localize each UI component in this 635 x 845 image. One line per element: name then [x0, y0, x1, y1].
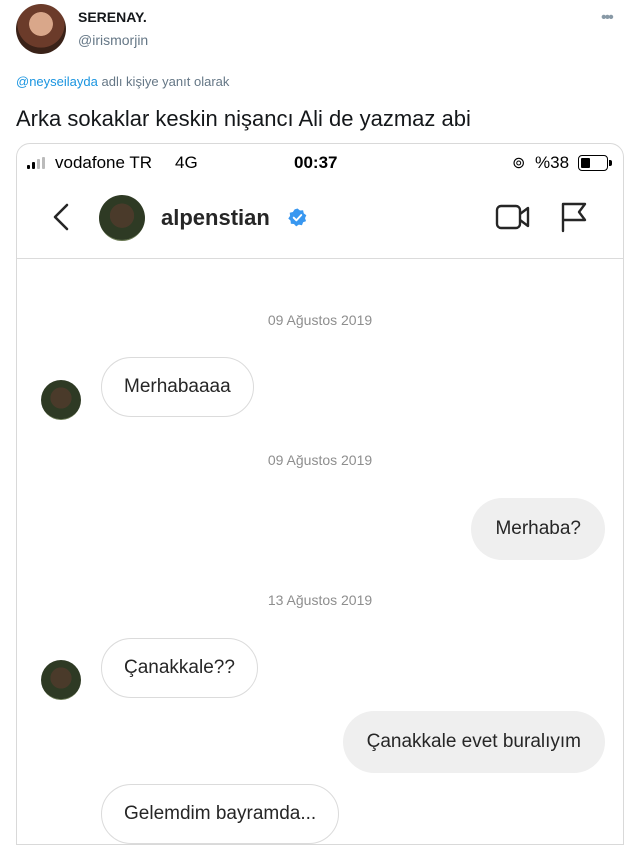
date-separator: 09 Ağustos 2019 [267, 312, 373, 328]
reply-context-text: adlı kişiye yanıt olarak [101, 74, 230, 89]
battery-icon [578, 155, 612, 171]
battery-percentage: %38 [535, 153, 570, 172]
chat-header: alpenstian [17, 182, 623, 259]
date-separator: 09 Ağustos 2019 [267, 452, 373, 468]
incoming-message[interactable]: Çanakkale?? [101, 638, 258, 698]
more-dots-icon[interactable]: ••• [601, 9, 614, 27]
date-separator: 13 Ağustos 2019 [267, 592, 373, 608]
attached-screenshot[interactable]: vodafone TR 4G 00:37 ⊚ %38 alpenstian 09… [16, 143, 624, 845]
status-time: 00:37 [294, 153, 338, 172]
flag-icon[interactable] [559, 201, 589, 233]
reply-mention-link[interactable]: @neyseilayda [16, 74, 98, 89]
rotation-lock-icon: ⊚ [512, 155, 526, 172]
chat-username[interactable]: alpenstian [161, 205, 270, 231]
outgoing-message[interactable]: Çanakkale evet buralıyım [342, 711, 605, 773]
reply-context: @neyseilayda adlı kişiye yanıt olarak [16, 74, 229, 89]
back-chevron-icon[interactable] [49, 202, 75, 232]
incoming-message[interactable]: Gelemdim bayramda... [101, 784, 340, 844]
display-name[interactable]: SERENAY. [78, 9, 147, 25]
chat-avatar[interactable] [99, 195, 145, 241]
phone-status-bar: vodafone TR 4G 00:37 ⊚ %38 [17, 144, 623, 182]
network-type: 4G [175, 153, 198, 172]
video-call-icon[interactable] [495, 203, 531, 231]
tweet-text: Arka sokaklar keskin nişancı Ali de yazm… [16, 106, 471, 131]
user-avatar[interactable] [16, 4, 66, 54]
carrier-name: vodafone TR [55, 153, 153, 172]
user-handle[interactable]: @irismorjin [78, 32, 148, 48]
message-avatar[interactable] [41, 380, 81, 420]
incoming-message[interactable]: Merhabaaaa [101, 357, 254, 417]
outgoing-message[interactable]: Merhaba? [471, 498, 605, 560]
tweet-header: SERENAY. @irismorjin ••• [0, 0, 635, 60]
verified-badge-icon [288, 208, 307, 227]
message-avatar[interactable] [41, 660, 81, 700]
